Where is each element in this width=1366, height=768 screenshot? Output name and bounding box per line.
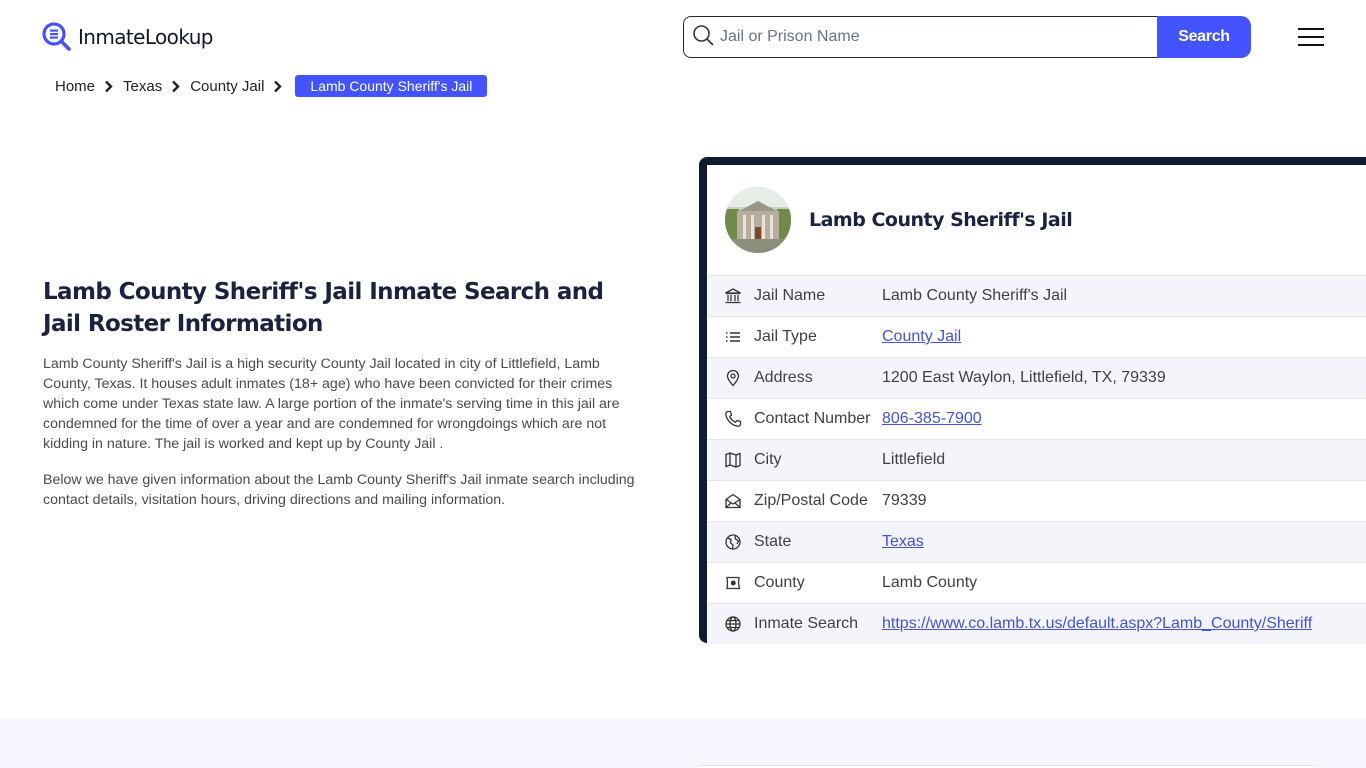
breadcrumb-jail-type[interactable]: County Jail bbox=[190, 78, 264, 95]
breadcrumb: Home Texas County Jail Lamb County Sheri… bbox=[55, 75, 488, 97]
breadcrumb-current: Lamb County Sheriff's Jail bbox=[295, 75, 488, 97]
menu-line bbox=[1298, 28, 1324, 30]
page-title: Lamb County Sheriff's Jail Inmate Search… bbox=[43, 279, 604, 337]
next-section-band bbox=[0, 718, 1366, 768]
detail-row-jail-name: Jail Name Lamb County Sheriff's Jail bbox=[707, 275, 1366, 316]
chevron-right-icon bbox=[273, 79, 283, 93]
globe-icon bbox=[707, 615, 754, 633]
building-icon bbox=[707, 287, 754, 305]
detail-label: City bbox=[754, 451, 782, 468]
logo-magnifier-icon bbox=[42, 22, 72, 52]
detail-row-state: State Texas bbox=[707, 521, 1366, 562]
search-input[interactable] bbox=[720, 28, 1140, 46]
detail-value: Littlefield bbox=[882, 451, 946, 468]
detail-label: State bbox=[754, 533, 792, 550]
detail-label: County bbox=[754, 574, 805, 591]
site-logo[interactable]: InmateLookup bbox=[42, 22, 213, 52]
detail-label: Zip/Postal Code bbox=[754, 492, 868, 509]
chevron-right-icon bbox=[171, 79, 181, 93]
state-link[interactable]: Texas bbox=[882, 533, 924, 551]
jail-type-link[interactable]: County Jail bbox=[882, 328, 961, 346]
card-header: Lamb County Sheriff's Jail bbox=[707, 165, 1366, 275]
mail-open-icon bbox=[707, 492, 754, 510]
breadcrumb-home[interactable]: Home bbox=[55, 78, 95, 95]
county-map-icon bbox=[707, 574, 754, 592]
intro-paragraph: Lamb County Sheriff's Jail is a high sec… bbox=[43, 356, 620, 452]
menu-line bbox=[1298, 44, 1324, 46]
phone-link[interactable]: 806-385-7900 bbox=[882, 410, 982, 428]
detail-row-zip: Zip/Postal Code 79339 bbox=[707, 480, 1366, 521]
detail-row-address: Address 1200 East Waylon, Littlefield, T… bbox=[707, 357, 1366, 398]
intro-paragraph: Below we have given information about th… bbox=[43, 472, 635, 508]
logo-text: InmateLookup bbox=[78, 25, 213, 49]
detail-value: 1200 East Waylon, Littlefield, TX, 79339 bbox=[882, 369, 1166, 386]
detail-label: Jail Type bbox=[754, 328, 817, 345]
jail-info-card: Lamb County Sheriff's Jail Jail Name Lam… bbox=[699, 157, 1366, 644]
card-title: Lamb County Sheriff's Jail bbox=[809, 209, 1073, 231]
search-button[interactable]: Search bbox=[1157, 16, 1251, 58]
detail-label: Contact Number bbox=[754, 410, 871, 427]
chevron-right-icon bbox=[104, 79, 114, 93]
detail-row-county: County Lamb County bbox=[707, 562, 1366, 603]
search-icon bbox=[692, 24, 714, 51]
inmate-search-link[interactable]: https://www.co.lamb.tx.us/default.aspx?L… bbox=[882, 615, 1312, 633]
detail-row-jail-type: Jail Type County Jail bbox=[707, 316, 1366, 357]
map-pin-icon bbox=[707, 369, 754, 387]
detail-value: Lamb County bbox=[882, 574, 978, 591]
list-icon bbox=[707, 328, 754, 346]
menu-line bbox=[1298, 36, 1324, 38]
detail-label: Inmate Search bbox=[754, 615, 859, 632]
jail-photo-avatar bbox=[725, 187, 791, 253]
detail-label: Jail Name bbox=[754, 287, 826, 304]
detail-label: Address bbox=[754, 369, 813, 386]
map-icon bbox=[707, 451, 754, 469]
state-globe-icon bbox=[707, 533, 754, 551]
detail-value: Lamb County Sheriff's Jail bbox=[882, 287, 1068, 304]
phone-icon bbox=[707, 410, 754, 428]
search-form: Search bbox=[683, 16, 1251, 58]
detail-value: 79339 bbox=[882, 492, 927, 509]
breadcrumb-state[interactable]: Texas bbox=[123, 78, 162, 95]
detail-row-contact: Contact Number 806-385-7900 bbox=[707, 398, 1366, 439]
hamburger-menu-icon[interactable] bbox=[1298, 28, 1324, 46]
jail-details-table: Jail Name Lamb County Sheriff's Jail Jai… bbox=[707, 275, 1366, 644]
search-field-wrapper bbox=[683, 16, 1157, 58]
jail-info-card-body: Lamb County Sheriff's Jail Jail Name Lam… bbox=[707, 165, 1366, 644]
detail-row-city: City Littlefield bbox=[707, 439, 1366, 480]
detail-row-inmate-search: Inmate Search https://www.co.lamb.tx.us/… bbox=[707, 603, 1366, 644]
